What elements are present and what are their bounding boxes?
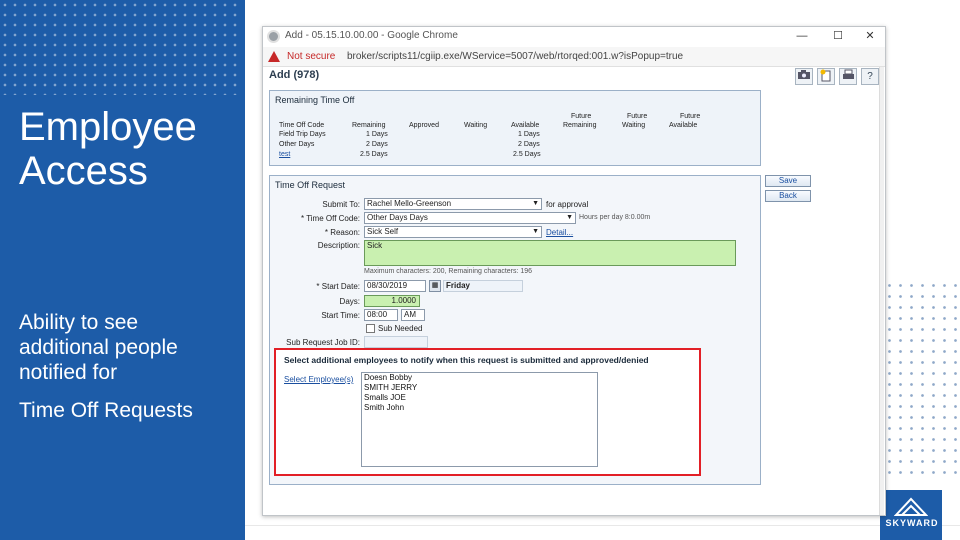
submit-to-suffix: for approval xyxy=(546,200,589,209)
row-code-link[interactable]: test xyxy=(279,151,290,158)
notify-employee-list[interactable]: Doesn Bobby SMITH JERRY Smalls JOE Smith… xyxy=(361,372,598,467)
sub-request-job-id-label: Sub Request Job ID: xyxy=(286,338,360,347)
col-future-available-top: Future xyxy=(680,113,701,120)
row-remaining: 1 Days xyxy=(366,131,388,138)
chevron-down-icon: ▼ xyxy=(532,200,539,207)
start-time-input[interactable]: 08:00 xyxy=(364,309,398,321)
hours-per-day-note: Hours per day 8:0.00m xyxy=(579,214,651,221)
slide-title-line-1: Employee xyxy=(19,105,197,149)
row-available: 1 Days xyxy=(518,131,540,138)
am-pm-input[interactable]: AM xyxy=(401,309,425,321)
submit-to-value: Rachel Mello-Greenson xyxy=(367,199,452,208)
select-employees-link[interactable]: Select Employee(s) xyxy=(284,375,353,384)
page-title: Add (978) xyxy=(269,69,320,81)
skyward-logo-mark-icon xyxy=(894,497,928,516)
col-future-available-bottom: Available xyxy=(669,122,698,129)
browser-popup-window: Add - 05.15.10.00.00 - Google Chrome — ☐… xyxy=(262,26,886,516)
col-available-header: Available xyxy=(511,122,540,129)
row-available: 2.5 Days xyxy=(513,151,541,158)
list-item[interactable]: Smalls JOE xyxy=(362,393,597,403)
start-day-display: Friday xyxy=(443,280,523,292)
close-button[interactable]: ✕ xyxy=(862,29,878,44)
slide-title-block: Employee Access xyxy=(0,95,245,205)
maximize-button[interactable]: ☐ xyxy=(830,29,846,44)
back-button[interactable]: Back xyxy=(765,190,811,202)
window-title: Add - 05.15.10.00.00 - Google Chrome xyxy=(285,30,458,41)
submit-to-label: Submit To: xyxy=(322,200,360,209)
slide-footer-bar xyxy=(245,525,960,540)
row-remaining: 2.5 Days xyxy=(360,151,388,158)
url-text[interactable]: broker/scripts11/cgiip.exe/WService=5007… xyxy=(347,51,683,62)
col-future-remaining-bottom: Remaining xyxy=(563,122,597,129)
col-future-waiting-top: Future xyxy=(627,113,648,120)
request-section-header: Time Off Request xyxy=(275,180,346,190)
row-code: Other Days xyxy=(279,141,315,148)
remaining-time-off-section: Remaining Time Off Future Future Future … xyxy=(269,90,761,166)
col-waiting-header: Waiting xyxy=(464,122,488,129)
col-approved-header: Approved xyxy=(409,122,439,129)
notify-employees-highlight: Select additional employees to notify wh… xyxy=(274,348,701,476)
start-date-input[interactable]: 08/30/2019 xyxy=(364,280,426,292)
notify-section-header: Select additional employees to notify wh… xyxy=(284,355,649,365)
new-page-icon[interactable] xyxy=(817,68,835,85)
not-secure-label[interactable]: Not secure xyxy=(287,51,335,62)
start-date-label: * Start Date: xyxy=(316,282,360,291)
reason-value: Sick Self xyxy=(367,227,399,236)
print-icon[interactable] xyxy=(839,68,857,85)
row-remaining: 2 Days xyxy=(366,141,388,148)
slide-body-text-2: Time Off Requests xyxy=(19,399,193,422)
scrollbar[interactable] xyxy=(879,67,884,515)
help-icon[interactable]: ? xyxy=(861,68,879,85)
col-future-waiting-bottom: Waiting xyxy=(622,122,646,129)
chevron-down-icon: ▼ xyxy=(566,214,573,221)
slide-side-panel: Employee Access Ability to see additiona… xyxy=(0,0,245,540)
row-code: Field Trip Days xyxy=(279,131,326,138)
description-label: Description: xyxy=(317,241,360,250)
minimize-button[interactable]: — xyxy=(794,29,810,44)
days-input[interactable]: 1.0000 xyxy=(364,295,420,307)
warning-icon xyxy=(268,51,280,62)
submit-to-select[interactable]: Rachel Mello-Greenson ▼ xyxy=(364,198,542,210)
address-bar[interactable]: Not secure broker/scripts11/cgiip.exe/WS… xyxy=(263,47,885,67)
sub-needed-checkbox[interactable] xyxy=(366,324,375,333)
sub-request-job-id-input[interactable] xyxy=(364,336,428,348)
col-code-header: Time Off Code xyxy=(279,122,325,129)
row-available: 2 Days xyxy=(518,141,540,148)
reason-select[interactable]: Sick Self ▼ xyxy=(364,226,542,238)
character-count-note: Maximum characters: 200, Remaining chara… xyxy=(364,268,533,275)
col-future-remaining-top: Future xyxy=(571,113,592,120)
remaining-section-header: Remaining Time Off xyxy=(275,95,355,105)
skyward-logo-text: SKYWARD xyxy=(885,518,939,528)
calendar-icon[interactable]: ▦ xyxy=(429,280,441,292)
list-item[interactable]: Smith John xyxy=(362,403,597,413)
time-off-code-select[interactable]: Other Days Days ▼ xyxy=(364,212,576,224)
description-textarea[interactable]: Sick xyxy=(364,240,736,266)
start-time-label: Start Time: xyxy=(321,311,360,320)
reason-label: * Reason: xyxy=(324,228,360,237)
list-item[interactable]: Doesn Bobby xyxy=(362,373,597,383)
window-titlebar: Add - 05.15.10.00.00 - Google Chrome — ☐… xyxy=(263,27,885,47)
sub-needed-label: Sub Needed xyxy=(378,324,423,333)
list-item[interactable]: SMITH JERRY xyxy=(362,383,597,393)
detail-link[interactable]: Detail... xyxy=(546,228,573,237)
save-button[interactable]: Save xyxy=(765,175,811,187)
slide-body-text: Ability to see additional people notifie… xyxy=(19,311,178,384)
slide-title-line-2: Access xyxy=(19,149,148,193)
chevron-down-icon: ▼ xyxy=(532,228,539,235)
time-off-code-value: Other Days Days xyxy=(367,213,428,222)
chrome-icon xyxy=(267,30,280,43)
camera-icon[interactable] xyxy=(795,68,813,85)
decorative-dot-pattern-right xyxy=(884,280,960,480)
days-label: Days: xyxy=(339,297,360,306)
time-off-code-label: * Time Off Code: xyxy=(301,214,360,223)
col-remaining-header: Remaining xyxy=(352,122,386,129)
